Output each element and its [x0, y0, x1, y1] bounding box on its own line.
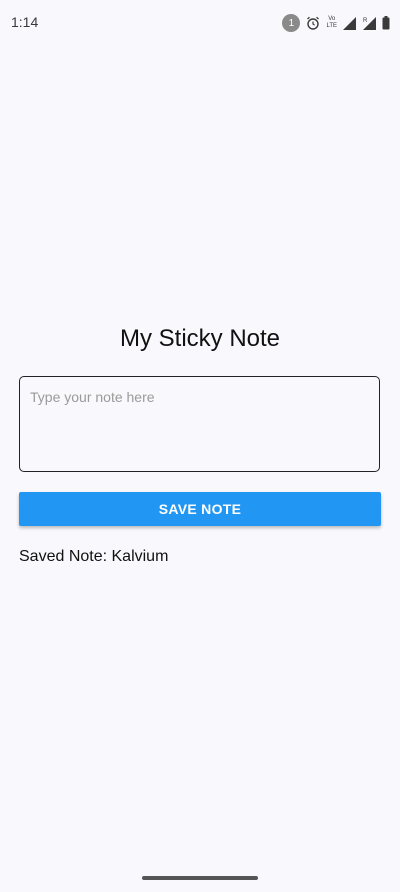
status-icons: 1 Vo LTE R [282, 13, 390, 33]
status-bar: 1:14 1 Vo LTE R [0, 0, 400, 46]
home-indicator[interactable] [142, 876, 258, 880]
save-note-button[interactable]: SAVE NOTE [19, 492, 381, 526]
volte-top-label: Vo [328, 16, 336, 22]
volte-sub-label: LTE [326, 23, 337, 29]
alarm-icon [306, 16, 320, 30]
notification-badge-icon: 1 [282, 14, 301, 32]
roaming-label: R [363, 18, 368, 24]
status-time: 1:14 [11, 14, 39, 30]
volte-icon: Vo LTE [326, 16, 337, 30]
note-input[interactable] [19, 376, 380, 472]
roaming-signal-icon: R [362, 16, 376, 30]
app-screen: 1:14 1 Vo LTE R My Sticky Note Type your… [0, 0, 400, 892]
saved-note-text: Saved Note: Kalvium [19, 548, 169, 565]
page-title: My Sticky Note [119, 325, 281, 352]
battery-icon [382, 16, 390, 30]
signal-icon [343, 16, 356, 30]
